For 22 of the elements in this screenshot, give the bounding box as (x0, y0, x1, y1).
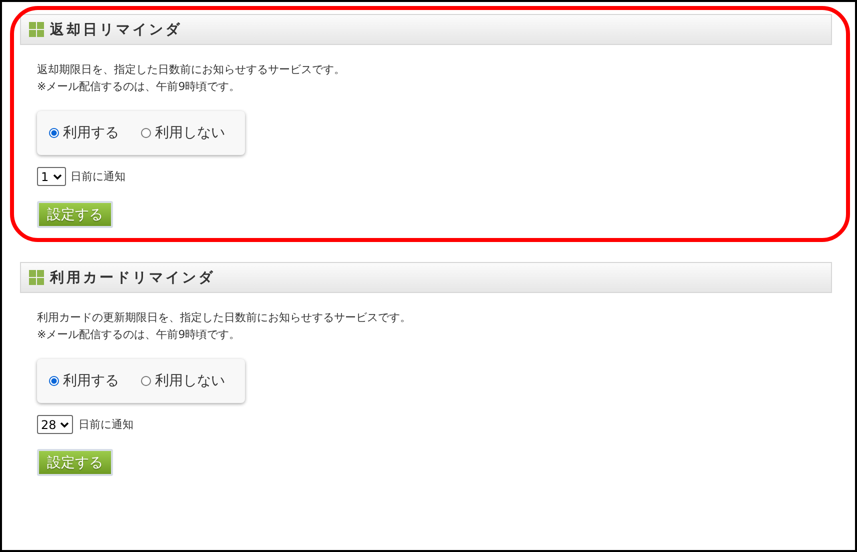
radio-button[interactable] (49, 376, 59, 386)
description-text: ※メール配信するのは、午前9時頃です。 (37, 79, 242, 95)
radio-option[interactable]: 利用する (49, 372, 119, 390)
grid-icon (29, 22, 44, 37)
radio-option[interactable]: 利用する (49, 124, 119, 142)
chevron-down-icon (60, 422, 70, 428)
days-select[interactable]: 1 (37, 167, 66, 186)
description-text: 返却期限日を、指定した日数前にお知らせするサービスです。 (37, 62, 346, 78)
radio-button[interactable] (141, 376, 151, 386)
days-label: 日前に通知 (70, 169, 126, 184)
radio-option[interactable]: 利用しない (141, 372, 225, 390)
radio-option[interactable]: 利用しない (141, 124, 225, 142)
section-title: 返却日リマインダ (50, 20, 182, 38)
radio-button[interactable] (141, 128, 151, 138)
description-text: ※メール配信するのは、午前9時頃です。 (37, 327, 242, 343)
section-title: 利用カードリマインダ (50, 268, 215, 286)
chevron-down-icon (52, 174, 62, 180)
days-label: 日前に通知 (78, 417, 134, 432)
description-text: 利用カードの更新期限日を、指定した日数前にお知らせするサービスです。 (37, 310, 412, 326)
radio-button[interactable] (49, 128, 59, 138)
days-select[interactable]: 28 (37, 415, 74, 434)
grid-icon (29, 270, 44, 285)
